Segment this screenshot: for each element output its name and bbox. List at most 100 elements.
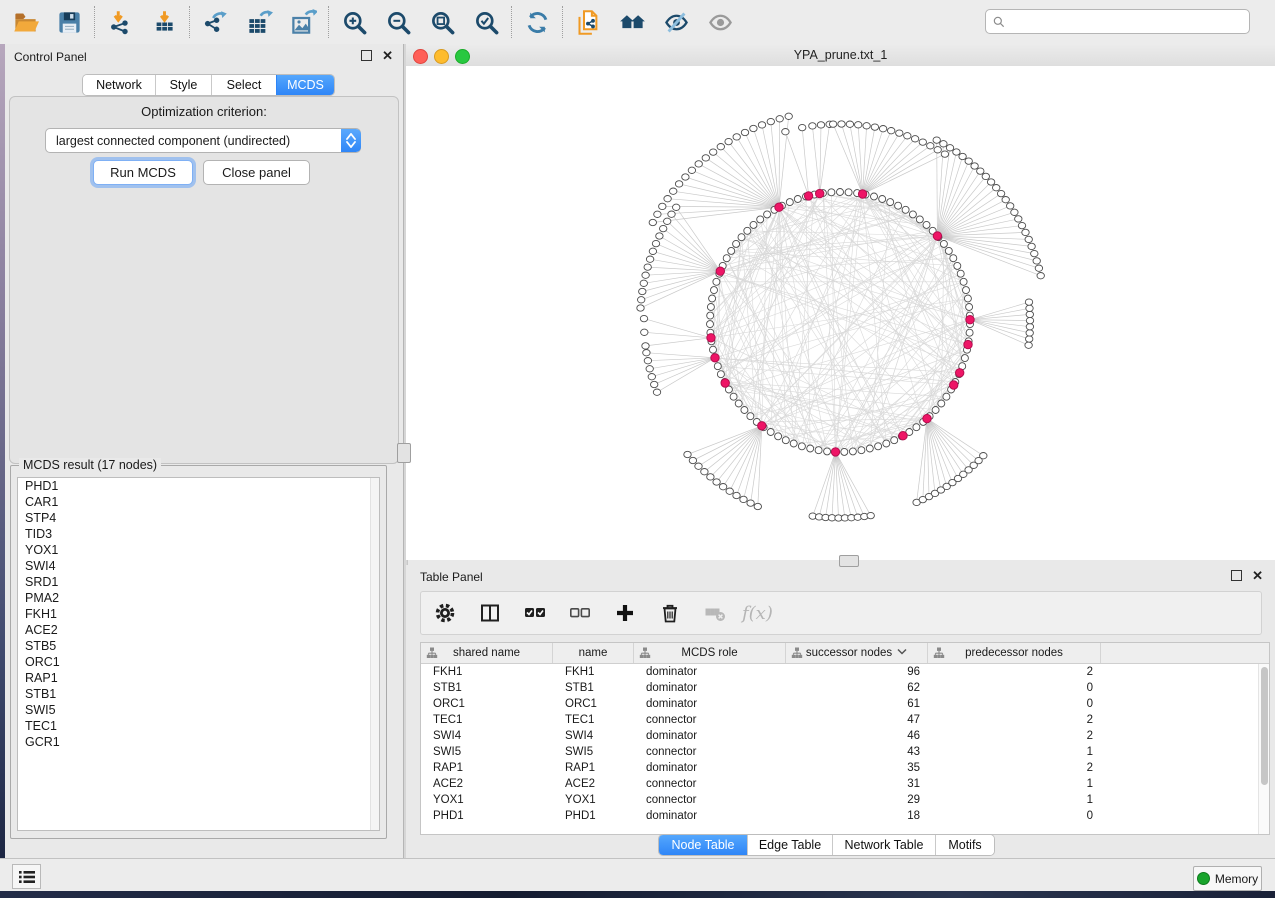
- table-row[interactable]: ACE2ACE2connector311: [421, 776, 1269, 792]
- cell-MCDS-role: dominator: [634, 728, 786, 744]
- tab-select[interactable]: Select: [211, 75, 276, 95]
- table-options-button[interactable]: [431, 599, 459, 627]
- close-panel-button[interactable]: Close panel: [203, 160, 310, 185]
- table-row[interactable]: SWI5SWI5connector431: [421, 744, 1269, 760]
- hide-network-button[interactable]: [661, 7, 691, 37]
- tab-network[interactable]: Network: [83, 75, 155, 95]
- network-canvas[interactable]: [406, 66, 1275, 560]
- zoom-in-button[interactable]: [339, 7, 369, 37]
- memory-button[interactable]: Memory: [1193, 866, 1262, 891]
- column-header-shared-name[interactable]: shared name: [421, 643, 553, 663]
- tab-style[interactable]: Style: [155, 75, 211, 95]
- mcds-result-list[interactable]: PHD1CAR1STP4TID3YOX1SWI4SRD1PMA2FKH1ACE2…: [17, 477, 380, 831]
- mcds-result-item[interactable]: STP4: [18, 510, 379, 526]
- run-mcds-button[interactable]: Run MCDS: [93, 160, 193, 185]
- zoom-in-icon: [341, 9, 368, 36]
- table-scrollbar[interactable]: [1258, 664, 1269, 834]
- clone-network-icon: [575, 9, 602, 36]
- mcds-result-item[interactable]: FKH1: [18, 606, 379, 622]
- table-row[interactable]: PHD1PHD1dominator180: [421, 808, 1269, 824]
- zoom-fit-button[interactable]: [427, 7, 457, 37]
- delete-column-button[interactable]: [656, 599, 684, 627]
- add-column-button[interactable]: [611, 599, 639, 627]
- clear-table-button[interactable]: [701, 599, 729, 627]
- mcds-result-item[interactable]: TEC1: [18, 718, 379, 734]
- mcds-result-item[interactable]: CAR1: [18, 494, 379, 510]
- import-table-button[interactable]: [149, 7, 179, 37]
- table-row[interactable]: TEC1TEC1connector472: [421, 712, 1269, 728]
- control-panel-title: Control Panel: [14, 50, 87, 64]
- memory-status-icon: [1197, 872, 1210, 885]
- float-table-panel-icon[interactable]: [1231, 570, 1242, 581]
- column-label: successor nodes: [806, 647, 892, 659]
- mcds-result-item[interactable]: PHD1: [18, 478, 379, 494]
- result-list-scrollbar[interactable]: [370, 478, 379, 830]
- float-panel-icon[interactable]: [361, 50, 372, 61]
- search-input[interactable]: [1010, 12, 1249, 32]
- column-header-successor-nodes[interactable]: successor nodes: [786, 643, 928, 663]
- table-row[interactable]: YOX1YOX1connector291: [421, 792, 1269, 808]
- function-builder-button[interactable]: f(x): [742, 603, 773, 624]
- search-icon: [992, 15, 1006, 29]
- mcds-result-item[interactable]: SRD1: [18, 574, 379, 590]
- cell-successor-nodes: 43: [786, 744, 928, 760]
- cell-successor-nodes: 46: [786, 728, 928, 744]
- mcds-result-item[interactable]: YOX1: [18, 542, 379, 558]
- export-network-button[interactable]: [200, 7, 230, 37]
- optimization-criterion-dropdown[interactable]: largest connected component (undirected): [45, 128, 361, 153]
- mcds-result-item[interactable]: ACE2: [18, 622, 379, 638]
- table-row[interactable]: FKH1FKH1dominator962: [421, 664, 1269, 680]
- zoom-out-button[interactable]: [383, 7, 413, 37]
- deselect-all-icon: [568, 601, 592, 625]
- table-row[interactable]: RAP1RAP1dominator352: [421, 760, 1269, 776]
- mcds-result-item[interactable]: TID3: [18, 526, 379, 542]
- close-table-panel-icon[interactable]: ✕: [1252, 571, 1263, 580]
- mcds-result-item[interactable]: PMA2: [18, 590, 379, 606]
- mcds-result-item[interactable]: GCR1: [18, 734, 379, 750]
- table-row[interactable]: SWI4SWI4dominator462: [421, 728, 1269, 744]
- show-panels-button[interactable]: [12, 864, 41, 889]
- import-network-button[interactable]: [105, 7, 135, 37]
- clone-network-button[interactable]: [573, 7, 603, 37]
- delete-column-icon: [658, 601, 682, 625]
- table-row[interactable]: ORC1ORC1dominator610: [421, 696, 1269, 712]
- show-eye-button[interactable]: [705, 7, 735, 37]
- save-session-button[interactable]: [54, 7, 84, 37]
- column-header-name[interactable]: name: [553, 643, 634, 663]
- mcds-result-item[interactable]: STB1: [18, 686, 379, 702]
- table-scrollbar-thumb[interactable]: [1261, 667, 1268, 785]
- tree-icon: [791, 647, 803, 659]
- table-row[interactable]: STB1STB1dominator620: [421, 680, 1269, 696]
- network-view-title: YPA_prune.txt_1: [406, 48, 1275, 62]
- table-tab-motifs[interactable]: Motifs: [935, 835, 994, 855]
- close-panel-icon[interactable]: ✕: [382, 51, 393, 60]
- export-table-button[interactable]: [244, 7, 274, 37]
- home-button[interactable]: [617, 7, 647, 37]
- horizontal-splitter-grip[interactable]: [839, 555, 859, 567]
- tab-mcds[interactable]: MCDS: [276, 75, 334, 95]
- column-header-MCDS-role[interactable]: MCDS role: [634, 643, 786, 663]
- mcds-result-item[interactable]: ORC1: [18, 654, 379, 670]
- deselect-all-button[interactable]: [566, 599, 594, 627]
- column-header-predecessor-nodes[interactable]: predecessor nodes: [928, 643, 1101, 663]
- select-all-button[interactable]: [521, 599, 549, 627]
- column-label: predecessor nodes: [965, 647, 1063, 659]
- export-image-button[interactable]: [288, 7, 318, 37]
- refresh-layout-button[interactable]: [522, 7, 552, 37]
- split-pane-button[interactable]: [476, 599, 504, 627]
- table-tab-network-table[interactable]: Network Table: [832, 835, 935, 855]
- zoom-selected-button[interactable]: [471, 7, 501, 37]
- sort-desc-icon: [897, 647, 907, 656]
- table-tab-edge-table[interactable]: Edge Table: [747, 835, 832, 855]
- mcds-result-item[interactable]: STB5: [18, 638, 379, 654]
- export-network-icon: [202, 9, 229, 36]
- vertical-splitter-grip[interactable]: [397, 443, 411, 463]
- mcds-result-item[interactable]: SWI5: [18, 702, 379, 718]
- select-all-icon: [523, 601, 547, 625]
- mcds-result-item[interactable]: RAP1: [18, 670, 379, 686]
- open-file-button[interactable]: [10, 7, 40, 37]
- mcds-result-item[interactable]: SWI4: [18, 558, 379, 574]
- table-tab-node-table[interactable]: Node Table: [659, 835, 747, 855]
- network-view-titlebar[interactable]: YPA_prune.txt_1: [406, 44, 1275, 67]
- search-field[interactable]: [985, 9, 1250, 34]
